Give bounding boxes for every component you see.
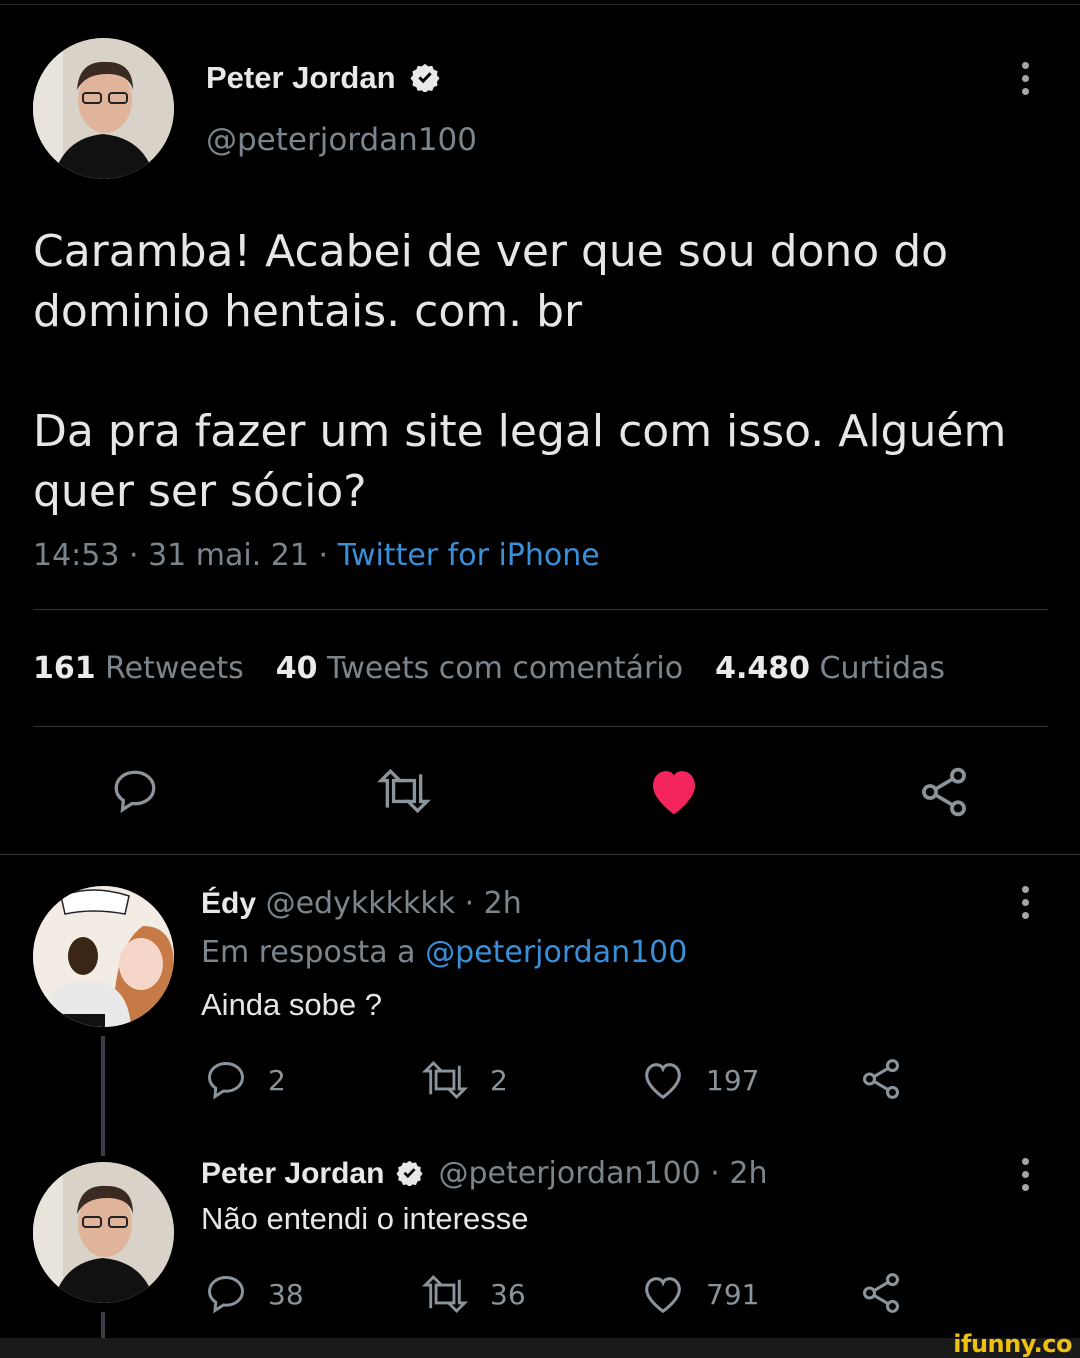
more-options-icon[interactable] (1022, 62, 1030, 101)
reply-author-name[interactable]: Peter Jordan (201, 1157, 384, 1190)
in-reply-to-link[interactable]: @peterjordan100 (425, 935, 687, 970)
reply-text: Ainda sobe ? (201, 987, 382, 1022)
like-action[interactable]: 791 (640, 1272, 759, 1316)
reply-header: Peter Jordan @peterjordan100 · 2h (201, 1156, 767, 1191)
share-icon[interactable] (858, 1270, 904, 1316)
retweets-stat[interactable]: 161 Retweets (33, 651, 244, 686)
author-handle[interactable]: @peterjordan100 (206, 122, 477, 158)
tweet-text-line: dominio hentais. com. br (33, 286, 583, 337)
likes-stat[interactable]: 4.480 Curtidas (715, 651, 945, 686)
reply-count: 2 (268, 1063, 286, 1097)
top-divider (0, 4, 1080, 5)
divider (0, 854, 1080, 855)
in-reply-to: Em resposta a @peterjordan100 (201, 935, 688, 970)
reply-avatar-image (33, 886, 174, 1027)
author-name[interactable]: Peter Jordan (206, 60, 440, 96)
quotes-stat[interactable]: 40 Tweets com comentário (276, 651, 683, 686)
retweet-action[interactable]: 36 (420, 1272, 526, 1316)
reply-action[interactable]: 2 (204, 1058, 286, 1102)
tweet-meta: 14:53 · 31 mai. 21 · Twitter for iPhone (33, 538, 600, 573)
like-count: 791 (706, 1277, 760, 1311)
more-options-icon[interactable] (1022, 1158, 1030, 1197)
reply-icon (208, 1276, 244, 1314)
tweet-text: Caramba! Acabei de ver que sou dono do d… (33, 222, 1043, 522)
reply-text: Não entendi o interesse (201, 1201, 529, 1236)
reply-handle-time[interactable]: @peterjordan100 · 2h (439, 1156, 768, 1191)
retweet-icon (421, 1061, 469, 1099)
thread-line (101, 1036, 105, 1156)
like-action[interactable]: 197 (640, 1058, 759, 1102)
verified-icon (396, 1160, 423, 1186)
verified-icon (410, 63, 440, 92)
retweet-action[interactable]: 2 (420, 1058, 508, 1102)
divider (33, 609, 1048, 610)
divider (33, 726, 1048, 727)
like-count: 197 (706, 1063, 760, 1097)
reply-author-name[interactable]: Édy (201, 887, 256, 920)
source-link[interactable]: Twitter for iPhone (338, 538, 600, 573)
reply-avatar-image (33, 1162, 174, 1303)
like-filled-icon[interactable] (646, 764, 702, 818)
tweet-text-line: quer ser sócio? (33, 466, 367, 517)
avatar[interactable] (33, 886, 174, 1027)
like-icon (645, 1063, 681, 1100)
tweet-text-line: Caramba! Acabei de ver que sou dono do (33, 226, 949, 277)
retweet-count: 2 (490, 1063, 508, 1097)
retweet-icon[interactable] (374, 766, 434, 816)
reply-icon[interactable] (110, 766, 160, 816)
more-options-icon[interactable] (1022, 886, 1030, 925)
thread-line (101, 1312, 105, 1338)
reply-action[interactable]: 38 (204, 1272, 304, 1316)
share-icon[interactable] (916, 764, 972, 820)
avatar[interactable] (33, 1162, 174, 1303)
retweet-count: 36 (490, 1277, 526, 1311)
reply-icon (208, 1062, 244, 1100)
profile-photo (33, 38, 174, 179)
retweet-icon (421, 1275, 469, 1313)
reply-header: Édy @edykkkkkk · 2h (201, 886, 522, 921)
footer-bar (0, 1338, 1080, 1358)
timestamp: 14:53 · 31 mai. 21 · (33, 538, 338, 573)
tweet-stats: 161 Retweets 40 Tweets com comentário 4.… (33, 651, 945, 686)
like-icon (645, 1277, 681, 1314)
ifunny-watermark: ifunny.co (953, 1330, 1072, 1358)
reply-handle-time[interactable]: @edykkkkkk · 2h (266, 886, 522, 921)
reply-count: 38 (268, 1277, 304, 1311)
author-name-text: Peter Jordan (206, 60, 396, 95)
share-icon[interactable] (858, 1056, 904, 1102)
avatar[interactable] (33, 38, 174, 179)
tweet-text-line: Da pra fazer um site legal com isso. Alg… (33, 406, 1007, 457)
